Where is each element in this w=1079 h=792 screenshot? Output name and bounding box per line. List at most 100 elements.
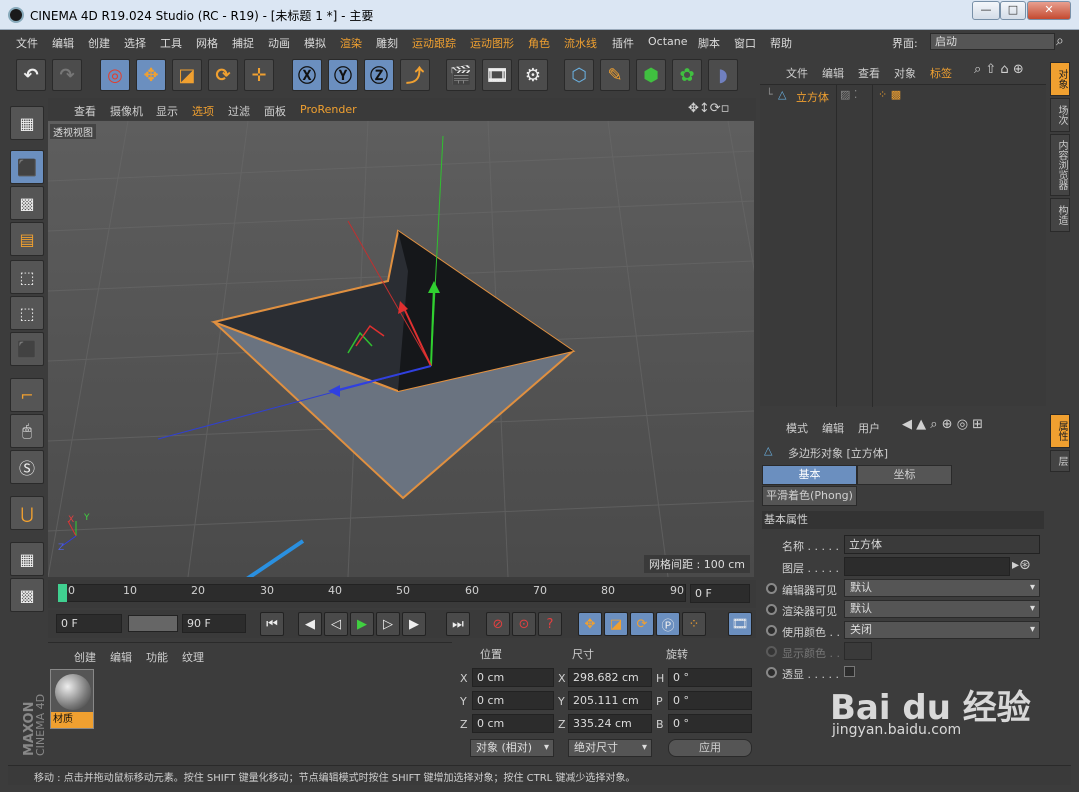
- attr-nav-icons[interactable]: ◀ ▲ ⌕ ⊕ ◎ ⊞: [902, 417, 983, 432]
- rotate-icon[interactable]: ⟳: [208, 59, 238, 91]
- mat-menu-create[interactable]: 创建: [74, 649, 96, 665]
- tab-coord[interactable]: 坐标: [857, 465, 952, 485]
- timeline-playhead[interactable]: [58, 584, 67, 602]
- row-name-field[interactable]: 立方体: [844, 535, 1040, 554]
- move-icon[interactable]: ✥: [136, 59, 166, 91]
- key-parameter-icon[interactable]: Ⓟ: [656, 612, 680, 636]
- menu-script[interactable]: 脚本: [698, 35, 720, 51]
- menu-plugins[interactable]: 插件: [612, 35, 634, 51]
- editor-visible-select[interactable]: 默认: [844, 579, 1040, 597]
- attr-menu-user[interactable]: 用户: [858, 420, 880, 436]
- key-pla-icon[interactable]: ⁘: [682, 612, 706, 636]
- xray-anim-icon[interactable]: [766, 667, 777, 678]
- dock-tab-objects[interactable]: 对象: [1050, 62, 1070, 96]
- xray-checkbox[interactable]: [844, 666, 855, 677]
- subdivision-icon[interactable]: ⬢: [636, 59, 666, 91]
- key-position-icon[interactable]: ✥: [578, 612, 602, 636]
- current-frame-field[interactable]: 0 F: [690, 584, 750, 603]
- snap-icon[interactable]: Ⓢ: [10, 450, 44, 484]
- mograph-cloner-icon[interactable]: ✿: [672, 59, 702, 91]
- rot-p-field[interactable]: 0 °: [668, 691, 752, 710]
- viewport[interactable]: 透视视图 Y X Z 网格间距 : 100 cm: [48, 121, 754, 577]
- menu-select[interactable]: 选择: [124, 35, 146, 51]
- coordinate-system-icon[interactable]: ⤴: [400, 59, 430, 91]
- model-mode-icon[interactable]: ⬛: [10, 150, 44, 184]
- size-x-field[interactable]: 298.682 cm: [568, 668, 652, 687]
- menu-tools[interactable]: 工具: [160, 35, 182, 51]
- material-swatch[interactable]: 材质: [50, 669, 94, 729]
- axis-mode-icon[interactable]: ⌐: [10, 378, 44, 412]
- rot-b-field[interactable]: 0 °: [668, 714, 752, 733]
- workplane-lock-icon[interactable]: ▦: [10, 542, 44, 576]
- record-icon[interactable]: ⊘: [486, 612, 510, 636]
- mat-menu-edit[interactable]: 编辑: [110, 649, 132, 665]
- locked-workplane-icon[interactable]: ▩: [10, 578, 44, 612]
- range-slider[interactable]: [128, 615, 178, 632]
- menu-mograph[interactable]: 运动图形: [470, 35, 514, 51]
- vp-menu-camera[interactable]: 摄像机: [110, 103, 143, 119]
- pos-y-field[interactable]: 0 cm: [472, 691, 554, 710]
- menu-animate[interactable]: 动画: [268, 35, 290, 51]
- menu-motion-tracking[interactable]: 运动跟踪: [412, 35, 456, 51]
- vp-menu-panel[interactable]: 面板: [264, 103, 286, 119]
- mat-menu-texture[interactable]: 纹理: [182, 649, 204, 665]
- dock-tab-takes[interactable]: 场次: [1050, 98, 1070, 132]
- prev-frame-icon[interactable]: ◁: [324, 612, 348, 636]
- render-view-icon[interactable]: 🎬: [446, 59, 476, 91]
- row-layer-field[interactable]: [844, 557, 1010, 576]
- pen-tool-icon[interactable]: ✎: [600, 59, 630, 91]
- obj-menu-view[interactable]: 查看: [858, 65, 880, 81]
- transform-icon[interactable]: ✛: [244, 59, 274, 91]
- points-mode-icon[interactable]: ⬚: [10, 260, 44, 294]
- polygons-mode-icon[interactable]: ⬛: [10, 332, 44, 366]
- keyframe-selection-icon[interactable]: ?: [538, 612, 562, 636]
- menu-edit[interactable]: 编辑: [52, 35, 74, 51]
- object-list[interactable]: └ △ 立方体 ▨ ⁚ ⁘ ▩: [760, 84, 1046, 407]
- edges-mode-icon[interactable]: ⬚: [10, 296, 44, 330]
- vp-menu-filter[interactable]: 过滤: [228, 103, 250, 119]
- cube-primitive-icon[interactable]: ⬡: [564, 59, 594, 91]
- timeline[interactable]: 0 10 20 30 40 50 60 70 80 90 0 F: [48, 580, 756, 608]
- prev-key-icon[interactable]: ◀: [298, 612, 322, 636]
- attr-menu-mode[interactable]: 模式: [786, 420, 808, 436]
- obj-menu-objects[interactable]: 对象: [894, 65, 916, 81]
- menu-render[interactable]: 渲染: [340, 35, 362, 51]
- size-y-field[interactable]: 205.111 cm: [568, 691, 652, 710]
- vp-menu-display[interactable]: 显示: [156, 103, 178, 119]
- obj-menu-tags[interactable]: 标签: [930, 65, 952, 81]
- menu-mesh[interactable]: 网格: [196, 35, 218, 51]
- obj-menu-file[interactable]: 文件: [786, 65, 808, 81]
- menu-window[interactable]: 窗口: [734, 35, 756, 51]
- minimize-button[interactable]: —: [972, 1, 1000, 20]
- go-to-start-icon[interactable]: ⏮: [260, 612, 284, 636]
- tab-basic[interactable]: 基本: [762, 465, 857, 485]
- dock-tab-layers[interactable]: 层: [1050, 450, 1070, 472]
- mat-menu-function[interactable]: 功能: [146, 649, 168, 665]
- live-select-icon[interactable]: ◎: [100, 59, 130, 91]
- use-color-select[interactable]: 关闭: [844, 621, 1040, 639]
- menu-help[interactable]: 帮助: [770, 35, 792, 51]
- key-rotation-icon[interactable]: ⟳: [630, 612, 654, 636]
- menu-file[interactable]: 文件: [16, 35, 38, 51]
- menu-create[interactable]: 创建: [88, 35, 110, 51]
- z-axis-lock-icon[interactable]: Ⓩ: [364, 59, 394, 91]
- undo-icon[interactable]: ↶: [16, 59, 46, 91]
- vp-menu-options[interactable]: 选项: [192, 103, 214, 119]
- play-icon[interactable]: ▶: [350, 612, 374, 636]
- texture-mode-icon[interactable]: ▩: [10, 186, 44, 220]
- object-name[interactable]: 立方体: [796, 89, 829, 105]
- menu-character[interactable]: 角色: [528, 35, 550, 51]
- magnet-icon[interactable]: ⋃: [10, 496, 44, 530]
- menu-snap[interactable]: 捕捉: [232, 35, 254, 51]
- dock-tab-attributes[interactable]: 属性: [1050, 414, 1070, 448]
- pos-z-field[interactable]: 0 cm: [472, 714, 554, 733]
- coord-mode-select[interactable]: 对象 (相对): [470, 739, 554, 757]
- size-z-field[interactable]: 335.24 cm: [568, 714, 652, 733]
- menu-pipeline[interactable]: 流水线: [564, 35, 597, 51]
- viewport-nav-icons[interactable]: ✥↕⟳▫: [688, 101, 730, 116]
- dock-tab-content-browser[interactable]: 内容浏览器: [1050, 134, 1070, 196]
- dock-tab-structure[interactable]: 构造: [1050, 198, 1070, 232]
- end-frame-field[interactable]: 90 F: [182, 614, 246, 633]
- start-frame-field[interactable]: 0 F: [56, 614, 122, 633]
- go-to-end-icon[interactable]: ⏭: [446, 612, 470, 636]
